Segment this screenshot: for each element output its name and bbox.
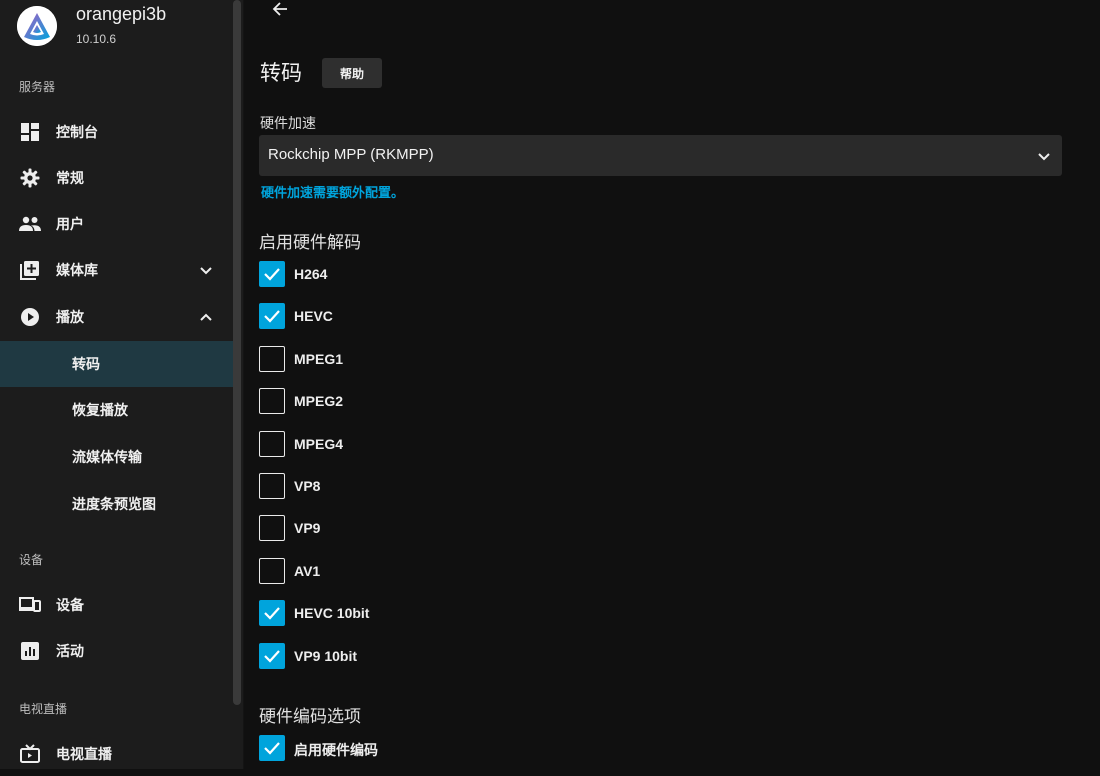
chevron-down-icon	[196, 260, 216, 280]
sidebar-item-label: 进度条预览图	[72, 496, 156, 512]
server-version: 10.10.6	[76, 32, 117, 46]
hw-accel-value: Rockchip MPP (RKMPP)	[268, 146, 434, 163]
encode-heading: 硬件编码选项	[259, 707, 361, 726]
checkbox-label: VP9 10bit	[294, 647, 358, 664]
sidebar-item-label: 常规	[56, 170, 84, 186]
page-title: 转码	[260, 62, 302, 85]
play-circle-icon	[19, 306, 41, 328]
codec-checkbox[interactable]: MPEG1	[259, 345, 659, 374]
checkbox-unchecked-icon[interactable]	[259, 515, 285, 542]
checkbox-unchecked-icon[interactable]	[259, 345, 285, 372]
checkbox-label: MPEG4	[294, 435, 344, 452]
tv-icon	[19, 743, 41, 765]
section-server-heading: 服务器	[19, 80, 56, 94]
gear-icon	[19, 167, 41, 189]
checkbox-label: VP8	[294, 478, 321, 494]
jellyfin-logo-icon	[17, 6, 57, 46]
checkbox-label: HEVC	[294, 308, 333, 325]
sidebar-item-playback[interactable]: 播放	[0, 295, 233, 339]
sidebar-item-label: 控制台	[56, 124, 98, 140]
devices-icon	[19, 594, 41, 616]
checkbox-label: AV1	[294, 562, 321, 579]
library-add-icon	[19, 259, 41, 281]
sidebar-item-label: 播放	[56, 309, 84, 325]
sidebar-item-livetv[interactable]: 电视直播	[0, 732, 233, 776]
section-livetv-heading: 电视直播	[19, 702, 68, 716]
codec-checkbox[interactable]: AV1	[259, 557, 659, 586]
checkbox-checked-icon[interactable]	[259, 600, 285, 627]
checkbox-checked-icon[interactable]	[259, 303, 285, 330]
checkbox-unchecked-icon[interactable]	[259, 430, 285, 457]
sidebar-item-label: 恢复播放	[72, 402, 128, 418]
sidebar-item-users[interactable]: 用户	[0, 202, 233, 246]
checkbox-label: HEVC 10bit	[294, 605, 370, 622]
codec-checkbox[interactable]: VP9	[259, 515, 659, 543]
codec-checkbox[interactable]: VP8	[259, 473, 659, 501]
back-arrow-icon[interactable]	[268, 0, 292, 22]
encode-option-checkbox[interactable]: 启用硬件编码	[259, 735, 659, 763]
codec-checkbox[interactable]: MPEG4	[259, 430, 659, 459]
decode-heading: 启用硬件解码	[259, 233, 361, 252]
checkbox-checked-icon[interactable]	[259, 642, 285, 669]
main-content: 转码 帮助 硬件加速 Rockchip MPP (RKMPP) 硬件加速需要额外…	[243, 0, 1100, 769]
sidebar-item-libraries[interactable]: 媒体库	[0, 248, 233, 292]
sidebar: orangepi3b 10.10.6 服务器 控制台 常规 用户 媒体库 播放 …	[0, 0, 244, 769]
sidebar-item-devices[interactable]: 设备	[0, 583, 233, 627]
sidebar-item-transcoding[interactable]: 转码	[0, 341, 233, 387]
checkbox-checked-icon[interactable]	[259, 735, 285, 761]
sidebar-item-general[interactable]: 常规	[0, 156, 233, 200]
checkbox-label: 启用硬件编码	[294, 742, 378, 758]
sidebar-item-label: 电视直播	[56, 746, 112, 762]
hw-accel-select[interactable]: Rockchip MPP (RKMPP)	[259, 135, 1062, 176]
checkbox-label: VP9	[294, 520, 321, 537]
sidebar-item-label: 转码	[72, 356, 100, 372]
checkbox-label: MPEG2	[294, 393, 344, 410]
codec-checkbox[interactable]: HEVC 10bit	[259, 600, 659, 628]
codec-checkbox[interactable]: HEVC	[259, 303, 659, 331]
sidebar-item-label: 活动	[56, 643, 84, 659]
sidebar-item-resume[interactable]: 恢复播放	[0, 387, 233, 433]
checkbox-label: H264	[294, 266, 328, 282]
sidebar-item-dashboard[interactable]: 控制台	[0, 110, 233, 154]
sidebar-item-label: 用户	[56, 216, 84, 232]
people-icon	[19, 213, 41, 235]
checkbox-checked-icon[interactable]	[259, 261, 285, 287]
checkbox-unchecked-icon[interactable]	[259, 473, 285, 499]
hw-accel-hint: 硬件加速需要额外配置。	[261, 185, 405, 200]
sidebar-item-label: 流媒体传输	[72, 449, 142, 465]
sidebar-item-label: 媒体库	[56, 262, 98, 278]
sidebar-item-label: 设备	[56, 597, 84, 613]
codec-checkbox[interactable]: H264	[259, 261, 659, 289]
help-button[interactable]: 帮助	[322, 58, 382, 88]
hw-accel-label: 硬件加速	[260, 115, 316, 131]
sidebar-item-trickplay[interactable]: 进度条预览图	[0, 481, 233, 527]
server-brand[interactable]: orangepi3b 10.10.6	[16, 2, 231, 50]
checkbox-unchecked-icon[interactable]	[259, 388, 285, 415]
chevron-up-icon	[196, 307, 216, 327]
dashboard-icon	[19, 121, 41, 143]
checkbox-unchecked-icon[interactable]	[259, 557, 285, 584]
sidebar-item-streaming[interactable]: 流媒体传输	[0, 434, 233, 480]
chevron-down-icon	[1034, 146, 1054, 166]
codec-checkbox[interactable]: MPEG2	[259, 388, 659, 416]
sidebar-item-activity[interactable]: 活动	[0, 629, 233, 673]
checkbox-label: MPEG1	[294, 350, 344, 367]
sidebar-scrollbar[interactable]	[233, 0, 241, 705]
codec-checkbox[interactable]: VP9 10bit	[259, 642, 659, 671]
server-name: orangepi3b	[76, 4, 167, 24]
section-devices-heading: 设备	[19, 553, 44, 567]
activity-icon	[19, 640, 41, 662]
